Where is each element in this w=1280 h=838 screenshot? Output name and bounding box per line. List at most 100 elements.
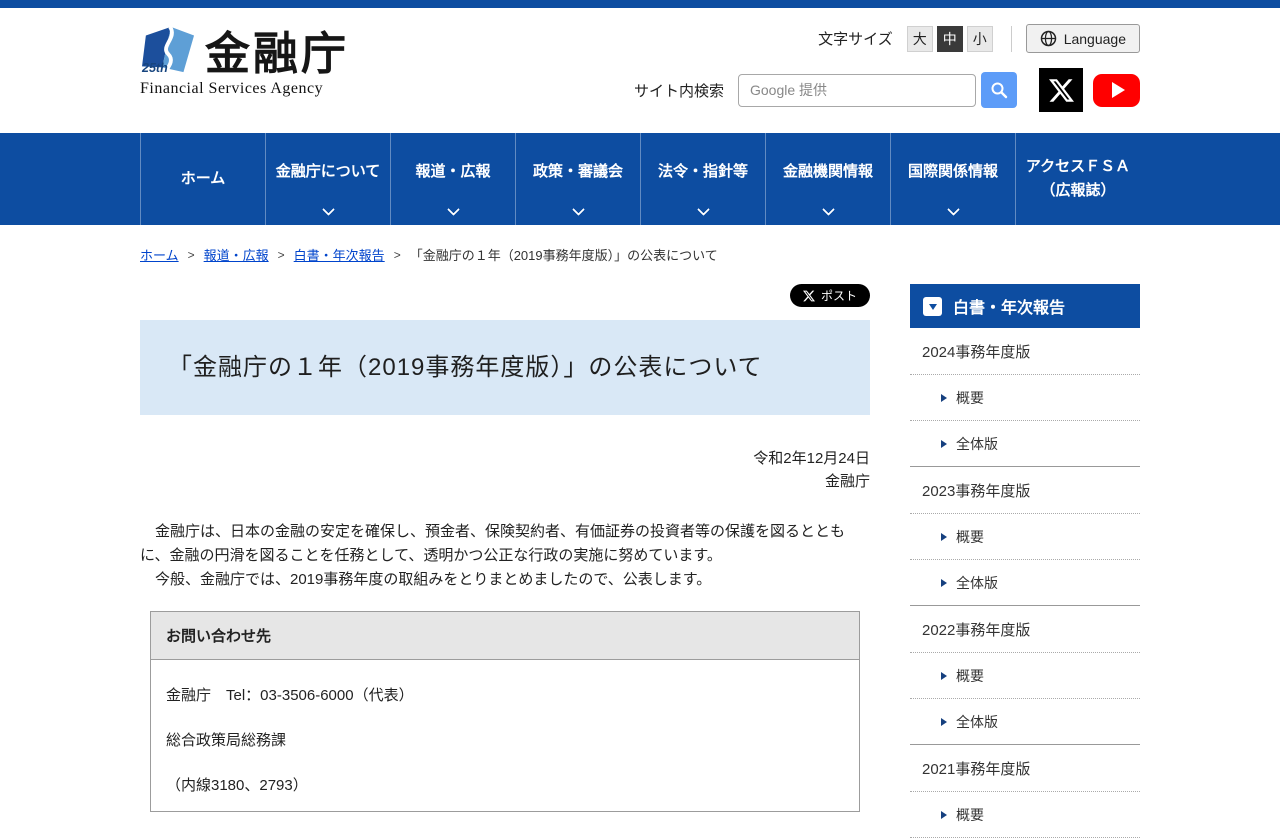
- breadcrumb-separator: >: [393, 247, 401, 262]
- x-post-button[interactable]: ポスト: [789, 284, 870, 307]
- main-navigation: ホーム 金融庁について 報道・広報 政策・審議会 法令・指針等 金融機関情報 国…: [0, 133, 1280, 225]
- nav-item-label: 法令・指針等: [657, 163, 748, 180]
- sidebar-item[interactable]: 全体版: [910, 699, 1140, 745]
- contact-line: 総合政策局総務課: [166, 731, 287, 749]
- nav-item[interactable]: 国際関係情報: [890, 133, 1015, 225]
- text-size-button[interactable]: 中: [936, 25, 963, 52]
- breadcrumb-link[interactable]: 報道・広報: [204, 245, 269, 264]
- logo-english-subtitle: Financial Services Agency: [140, 80, 324, 97]
- youtube-social-link[interactable]: [1093, 73, 1140, 107]
- sidebar-item-label: 概要: [956, 529, 984, 545]
- chevron-down-icon: [821, 203, 835, 216]
- sidebar-item-label: 概要: [956, 807, 984, 823]
- nav-item-label: 国際関係情報: [907, 163, 998, 180]
- text-size-button-label: 中: [942, 30, 957, 47]
- sidebar-item[interactable]: 概要: [910, 375, 1140, 421]
- body-paragraph: 金融庁は、日本の金融の安定を確保し、預金者、保険契約者、有価証券の投資者等の保護…: [140, 522, 846, 564]
- svg-text:25th: 25th: [141, 61, 168, 75]
- nav-item[interactable]: アクセスＦＳＡ （広報誌）: [1015, 133, 1140, 225]
- text-size-button[interactable]: 大: [906, 25, 933, 52]
- release-date: 令和2年12月24日: [753, 450, 870, 468]
- breadcrumb-link: 「金融庁の１年（2019事務年度版）」の公表について: [409, 248, 718, 263]
- nav-item[interactable]: 金融庁について: [265, 133, 390, 225]
- magnifier-icon: [991, 82, 1008, 99]
- vertical-divider: [1010, 25, 1012, 52]
- search-button[interactable]: [981, 72, 1017, 108]
- sidebar-item[interactable]: 全体版: [910, 421, 1140, 467]
- contact-box-title: お問い合わせ先: [151, 611, 859, 660]
- sidebar-item[interactable]: 概要: [910, 792, 1140, 838]
- nav-item[interactable]: 法令・指針等: [640, 133, 765, 225]
- triangle-right-icon: [941, 718, 947, 726]
- x-post-button-label: ポスト: [820, 289, 857, 303]
- text-size-controls: 文字サイズ 大 中 小 Language: [818, 24, 1140, 53]
- nav-item-label: 金融機関情報: [782, 163, 873, 180]
- text-size-button-label: 小: [972, 30, 987, 47]
- sidebar-item[interactable]: 2023事務年度版: [910, 467, 1140, 514]
- text-size-button[interactable]: 小: [966, 25, 993, 52]
- nav-item-label: 政策・審議会: [532, 163, 623, 180]
- x-logo-icon: [802, 290, 815, 301]
- main-content: ポスト 「金融庁の１年（2019事務年度版）」の公表について 令和2年12月24…: [140, 284, 870, 812]
- nav-item-label: 金融庁について: [275, 163, 381, 180]
- contact-box: お問い合わせ先 金融庁 Tel：03-3506-6000（代表） 総合政策局総務…: [150, 610, 860, 812]
- language-button-label: Language: [1063, 30, 1126, 47]
- release-info: 令和2年12月24日 金融庁: [140, 447, 870, 494]
- breadcrumb-link[interactable]: ホーム: [140, 245, 179, 264]
- breadcrumb-link[interactable]: 白書・年次報告: [294, 245, 385, 264]
- breadcrumb-item: > 報道・広報: [179, 245, 269, 264]
- x-social-link[interactable]: [1039, 68, 1083, 112]
- text-size-button-label: 大: [912, 30, 927, 47]
- release-org: 金融庁: [824, 473, 870, 491]
- youtube-play-icon: [1111, 82, 1125, 98]
- search-input[interactable]: [738, 73, 976, 107]
- triangle-right-icon: [941, 533, 947, 541]
- sidebar: 白書・年次報告 2024事務年度版 概要 全体版 2023事務年度版 概要 全体…: [910, 284, 1140, 838]
- breadcrumb: ホーム > 報道・広報 > 白書・年次報告 > 「金融庁の１年（2019事務年度…: [140, 245, 1140, 264]
- site-header: 25th 金融庁 Financial Services Agency 文字サイズ…: [140, 8, 1140, 133]
- triangle-right-icon: [941, 811, 947, 819]
- nav-item[interactable]: 政策・審議会: [515, 133, 640, 225]
- sidebar-header[interactable]: 白書・年次報告: [910, 284, 1140, 328]
- sidebar-item[interactable]: 2022事務年度版: [910, 606, 1140, 653]
- body-paragraph: 今般、金融庁では、2019事務年度の取組みをとりまとめましたので、公表します。: [140, 571, 712, 589]
- globe-icon: [1040, 30, 1056, 47]
- x-logo-icon: [1048, 78, 1074, 102]
- sidebar-item[interactable]: 2024事務年度版: [910, 328, 1140, 375]
- sidebar-item[interactable]: 概要: [910, 514, 1140, 560]
- body-paragraphs: 金融庁は、日本の金融の安定を確保し、預金者、保険契約者、有価証券の投資者等の保護…: [140, 520, 870, 593]
- sidebar-title: 白書・年次報告: [953, 300, 1066, 317]
- sidebar-item-label: 概要: [956, 390, 984, 406]
- contact-line: 金融庁 Tel：03-3506-6000（代表）: [166, 686, 414, 704]
- nav-item-label: アクセスＦＳＡ: [1025, 158, 1131, 175]
- page-title-box: 「金融庁の１年（2019事務年度版）」の公表について: [140, 320, 870, 416]
- sidebar-item-label: 2023事務年度版: [922, 483, 1031, 500]
- sidebar-item-label: 2021事務年度版: [922, 761, 1031, 778]
- triangle-right-icon: [941, 579, 947, 587]
- sidebar-item-label: 全体版: [956, 436, 998, 452]
- breadcrumb-separator: >: [187, 247, 195, 262]
- triangle-right-icon: [941, 440, 947, 448]
- breadcrumb-item: ホーム: [140, 245, 179, 264]
- fsa-logo[interactable]: 25th 金融庁 Financial Services Agency: [140, 24, 349, 98]
- nav-item[interactable]: 金融機関情報: [765, 133, 890, 225]
- triangle-right-icon: [941, 672, 947, 680]
- collapse-toggle-icon: [923, 296, 942, 316]
- nav-item-label2: （広報誌）: [1040, 182, 1116, 199]
- sidebar-item[interactable]: 全体版: [910, 560, 1140, 606]
- nav-item-label: ホーム: [180, 170, 226, 187]
- sidebar-item-label: 2022事務年度版: [922, 622, 1031, 639]
- language-button[interactable]: Language: [1025, 24, 1140, 53]
- nav-item[interactable]: ホーム: [140, 133, 265, 225]
- sidebar-item[interactable]: 2021事務年度版: [910, 745, 1140, 792]
- contact-line: （内線3180、2793）: [166, 776, 308, 794]
- search-label: サイト内検索: [633, 82, 724, 100]
- sidebar-item[interactable]: 概要: [910, 653, 1140, 699]
- site-search: サイト内検索: [634, 68, 1140, 112]
- page-title: 「金融庁の１年（2019事務年度版）」の公表について: [168, 354, 763, 381]
- sidebar-item-label: 全体版: [956, 714, 998, 730]
- breadcrumb-item: > 白書・年次報告: [269, 245, 385, 264]
- nav-item[interactable]: 報道・広報: [390, 133, 515, 225]
- sidebar-item-label: 全体版: [956, 575, 998, 591]
- top-accent-bar: [0, 0, 1280, 8]
